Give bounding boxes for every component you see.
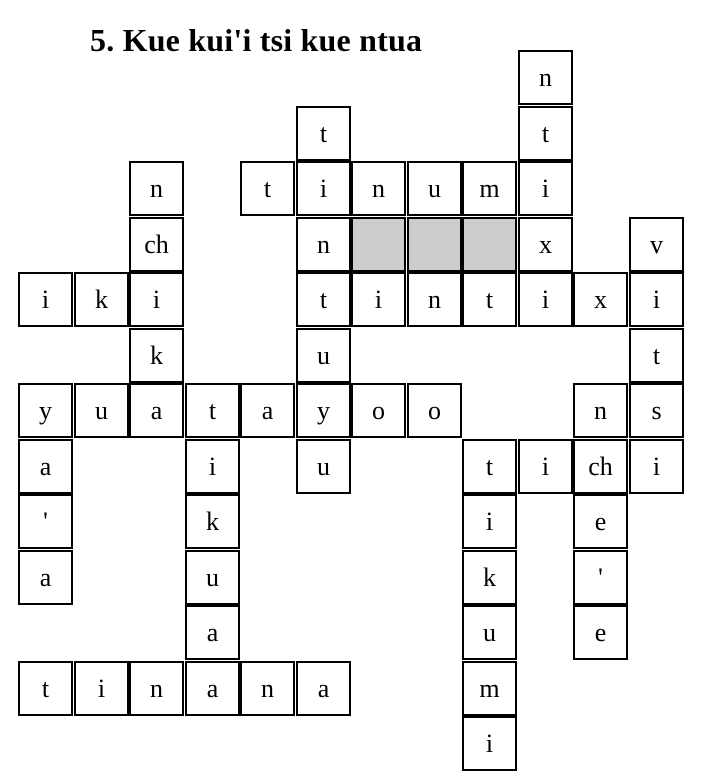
crossword-cell[interactable]: e: [573, 605, 628, 660]
crossword-cell[interactable]: n: [518, 50, 573, 105]
crossword-cell[interactable]: o: [351, 383, 406, 438]
crossword-cell[interactable]: a: [185, 605, 240, 660]
crossword-cell[interactable]: x: [518, 217, 573, 272]
crossword-cell[interactable]: a: [18, 550, 73, 605]
crossword-cell[interactable]: a: [296, 661, 351, 716]
crossword-cell[interactable]: y: [18, 383, 73, 438]
crossword-cell[interactable]: n: [129, 161, 184, 216]
crossword-cell[interactable]: i: [129, 272, 184, 327]
crossword-cell[interactable]: i: [629, 439, 684, 494]
crossword-cell-shaded[interactable]: [407, 217, 462, 272]
crossword-cell[interactable]: ': [18, 494, 73, 549]
crossword-cell[interactable]: t: [462, 439, 517, 494]
crossword-cell[interactable]: n: [129, 661, 184, 716]
crossword-cell[interactable]: i: [518, 439, 573, 494]
crossword-cell[interactable]: t: [296, 106, 351, 161]
crossword-cell[interactable]: n: [573, 383, 628, 438]
crossword-grid: n t t n t i n u m i ch n x v i k i t i n t i x i k u t y u a t a y o o n s a i…: [0, 0, 708, 784]
crossword-cell[interactable]: t: [518, 106, 573, 161]
crossword-cell-shaded[interactable]: [351, 217, 406, 272]
crossword-cell[interactable]: a: [18, 439, 73, 494]
crossword-cell[interactable]: i: [185, 439, 240, 494]
crossword-cell[interactable]: k: [185, 494, 240, 549]
crossword-cell[interactable]: ': [573, 550, 628, 605]
crossword-cell[interactable]: k: [129, 328, 184, 383]
crossword-cell[interactable]: a: [185, 661, 240, 716]
crossword-cell[interactable]: u: [296, 439, 351, 494]
crossword-cell[interactable]: s: [629, 383, 684, 438]
crossword-cell[interactable]: t: [185, 383, 240, 438]
crossword-cell[interactable]: i: [18, 272, 73, 327]
crossword-cell[interactable]: o: [407, 383, 462, 438]
crossword-cell[interactable]: t: [462, 272, 517, 327]
crossword-cell[interactable]: k: [74, 272, 129, 327]
crossword-cell[interactable]: e: [573, 494, 628, 549]
crossword-cell[interactable]: k: [462, 550, 517, 605]
crossword-cell[interactable]: ch: [573, 439, 628, 494]
crossword-cell[interactable]: u: [74, 383, 129, 438]
crossword-cell[interactable]: ch: [129, 217, 184, 272]
crossword-cell[interactable]: v: [629, 217, 684, 272]
crossword-cell[interactable]: i: [462, 716, 517, 771]
crossword-cell[interactable]: t: [629, 328, 684, 383]
crossword-cell[interactable]: n: [240, 661, 295, 716]
crossword-cell[interactable]: n: [351, 161, 406, 216]
crossword-cell[interactable]: t: [18, 661, 73, 716]
crossword-cell[interactable]: u: [462, 605, 517, 660]
crossword-cell-shaded[interactable]: [462, 217, 517, 272]
crossword-cell[interactable]: y: [296, 383, 351, 438]
crossword-cell[interactable]: u: [296, 328, 351, 383]
crossword-cell[interactable]: x: [573, 272, 628, 327]
crossword-cell[interactable]: i: [518, 161, 573, 216]
crossword-cell[interactable]: n: [407, 272, 462, 327]
crossword-cell[interactable]: n: [296, 217, 351, 272]
crossword-cell[interactable]: a: [129, 383, 184, 438]
crossword-cell[interactable]: i: [629, 272, 684, 327]
crossword-cell[interactable]: i: [296, 161, 351, 216]
crossword-cell[interactable]: a: [240, 383, 295, 438]
crossword-cell[interactable]: u: [185, 550, 240, 605]
crossword-cell[interactable]: i: [351, 272, 406, 327]
crossword-cell[interactable]: i: [74, 661, 129, 716]
crossword-cell[interactable]: u: [407, 161, 462, 216]
crossword-cell[interactable]: t: [240, 161, 295, 216]
crossword-cell[interactable]: m: [462, 161, 517, 216]
crossword-cell[interactable]: i: [462, 494, 517, 549]
crossword-cell[interactable]: m: [462, 661, 517, 716]
crossword-cell[interactable]: t: [296, 272, 351, 327]
crossword-cell[interactable]: i: [518, 272, 573, 327]
